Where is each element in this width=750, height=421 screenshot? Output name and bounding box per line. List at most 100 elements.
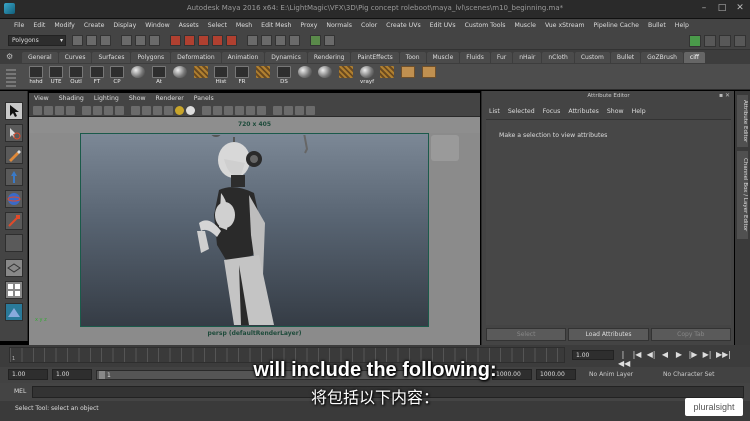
menu-edit[interactable]: Edit [33, 22, 45, 29]
shelf-button-grid-3[interactable] [337, 66, 355, 88]
channel-box-toggle-icon[interactable] [734, 35, 746, 47]
scale-tool[interactable] [5, 212, 23, 230]
step-forward-frame-icon[interactable]: ▶| [702, 350, 712, 368]
viewport-menu-renderer[interactable]: Renderer [156, 95, 184, 102]
shadows-icon[interactable] [186, 106, 195, 115]
shelf-tab-ncloth[interactable]: nCloth [542, 52, 574, 63]
shelf-handle[interactable] [6, 67, 16, 87]
snap-view-plane-icon[interactable] [212, 35, 223, 46]
shelf-button-grid[interactable] [192, 66, 210, 88]
view-cube[interactable] [431, 135, 459, 161]
shelf-gear-icon[interactable]: ⚙ [6, 52, 16, 62]
bookmarks-icon[interactable] [55, 106, 64, 115]
shelf-button-sphere-4[interactable] [316, 66, 334, 88]
maximize-icon[interactable]: □ [716, 2, 728, 14]
menu-muscle[interactable]: Muscle [515, 22, 536, 29]
exposure-icon[interactable] [295, 106, 304, 115]
side-tab-channel-box[interactable]: Channel Box / Layer Editor [737, 151, 748, 239]
menu-edit-mesh[interactable]: Edit Mesh [261, 22, 291, 29]
side-tab-attribute-editor[interactable]: Attribute Editor [737, 95, 748, 147]
shelf-button-grid-2[interactable] [254, 66, 272, 88]
xray-icon[interactable] [202, 106, 211, 115]
ambient-occlusion-icon[interactable] [224, 106, 233, 115]
shelf-button-fr[interactable]: FR [233, 66, 251, 88]
menu-bullet[interactable]: Bullet [648, 22, 666, 29]
shelf-tab-surfaces[interactable]: Surfaces [92, 52, 131, 63]
shelf-button-grid-4[interactable] [378, 66, 396, 88]
shelf-button-at[interactable]: At [150, 66, 168, 88]
attr-menu-attributes[interactable]: Attributes [568, 108, 599, 115]
load-attributes-button[interactable]: Load Attributes [568, 328, 649, 341]
menu-select[interactable]: Select [208, 22, 227, 29]
menu-edit-uvs[interactable]: Edit UVs [430, 22, 456, 29]
shelf-button-hist[interactable]: Hist [212, 66, 230, 88]
shelf-tab-rendering[interactable]: Rendering [307, 52, 351, 63]
menu-proxy[interactable]: Proxy [300, 22, 317, 29]
attr-menu-help[interactable]: Help [632, 108, 646, 115]
select-tool[interactable] [5, 102, 23, 120]
move-tool[interactable] [5, 168, 23, 186]
menu-assets[interactable]: Assets [179, 22, 199, 29]
shelf-button-outl[interactable]: Outl [67, 66, 85, 88]
menu-mesh[interactable]: Mesh [236, 22, 252, 29]
select-hierarchy-icon[interactable] [121, 35, 132, 46]
tool-settings-toggle-icon[interactable] [719, 35, 731, 47]
attr-menu-list[interactable]: List [489, 108, 500, 115]
shelf-tab-toon[interactable]: Toon [399, 52, 426, 63]
step-back-frame-icon[interactable]: |◀ [632, 350, 642, 368]
shelf-button-vrayf[interactable]: vrayf [358, 66, 376, 88]
isolate-select-icon[interactable] [273, 106, 282, 115]
shelf-tab-bullet[interactable]: Bullet [610, 52, 641, 63]
open-scene-icon[interactable] [86, 35, 97, 46]
smooth-shade-icon[interactable] [142, 106, 151, 115]
animation-end-field[interactable]: 1000.00 [536, 369, 576, 380]
shelf-tab-muscle[interactable]: Muscle [426, 52, 460, 63]
attr-menu-selected[interactable]: Selected [508, 108, 535, 115]
command-input[interactable] [32, 386, 744, 398]
time-ruler[interactable]: 1 [9, 347, 565, 363]
grid-icon[interactable] [82, 106, 91, 115]
wireframe-on-shaded-icon[interactable] [153, 106, 162, 115]
single-view-layout-button[interactable] [5, 259, 23, 277]
shelf-tab-fluids[interactable]: Fluids [460, 52, 490, 63]
menu-normals[interactable]: Normals [326, 22, 352, 29]
minimize-icon[interactable]: – [698, 2, 710, 14]
attr-menu-focus[interactable]: Focus [543, 108, 561, 115]
modeling-toolkit-icon[interactable] [689, 35, 701, 47]
panel-close-icon[interactable]: ▪ ✕ [719, 92, 730, 99]
save-scene-icon[interactable] [100, 35, 111, 46]
shelf-button-ute[interactable]: UTE [47, 66, 65, 88]
go-to-end-icon[interactable]: ▶▶| [716, 350, 731, 368]
anim-layer-dropdown[interactable]: No Anim Layer [589, 371, 633, 378]
playback-start-field[interactable]: 1.00 [52, 369, 92, 380]
shelf-tab-fur[interactable]: Fur [490, 52, 513, 63]
rotate-tool[interactable] [5, 190, 23, 208]
viewport-menu-panels[interactable]: Panels [194, 95, 214, 102]
step-back-key-icon[interactable]: ◀| [646, 350, 656, 368]
menu-window[interactable]: Window [145, 22, 169, 29]
paint-select-tool[interactable] [5, 146, 23, 164]
menu-modify[interactable]: Modify [54, 22, 75, 29]
viewport-menu-shading[interactable]: Shading [59, 95, 84, 102]
menu-color[interactable]: Color [361, 22, 377, 29]
viewport-menu-show[interactable]: Show [129, 95, 146, 102]
shelf-tab-animation[interactable]: Animation [221, 52, 265, 63]
last-tool[interactable] [5, 234, 23, 252]
render-icon[interactable] [261, 35, 272, 46]
shelf-button-sphere-2[interactable] [171, 66, 189, 88]
shelf-tab-polygons[interactable]: Polygons [131, 52, 171, 63]
shelf-button-sphere-1[interactable] [129, 66, 147, 88]
play-backwards-icon[interactable]: ◀ [660, 350, 670, 368]
shelf-tab-gozbrush[interactable]: GoZBrush [641, 52, 683, 63]
perspective-viewport[interactable]: 720 x 405 persp (defaultRenderLayer) x y… [29, 117, 480, 345]
viewport-menu-lighting[interactable]: Lighting [94, 95, 119, 102]
snap-point-icon[interactable] [198, 35, 209, 46]
character-set-dropdown[interactable]: No Character Set [663, 371, 714, 378]
shelf-button-ds[interactable]: DS [275, 66, 293, 88]
camera-attributes-icon[interactable] [44, 106, 53, 115]
shelf-button-cp[interactable]: CP [108, 66, 126, 88]
attr-menu-show[interactable]: Show [607, 108, 624, 115]
viewport-menu-view[interactable]: View [34, 95, 49, 102]
gate-mask-icon[interactable] [115, 106, 124, 115]
menu-help[interactable]: Help [675, 22, 689, 29]
